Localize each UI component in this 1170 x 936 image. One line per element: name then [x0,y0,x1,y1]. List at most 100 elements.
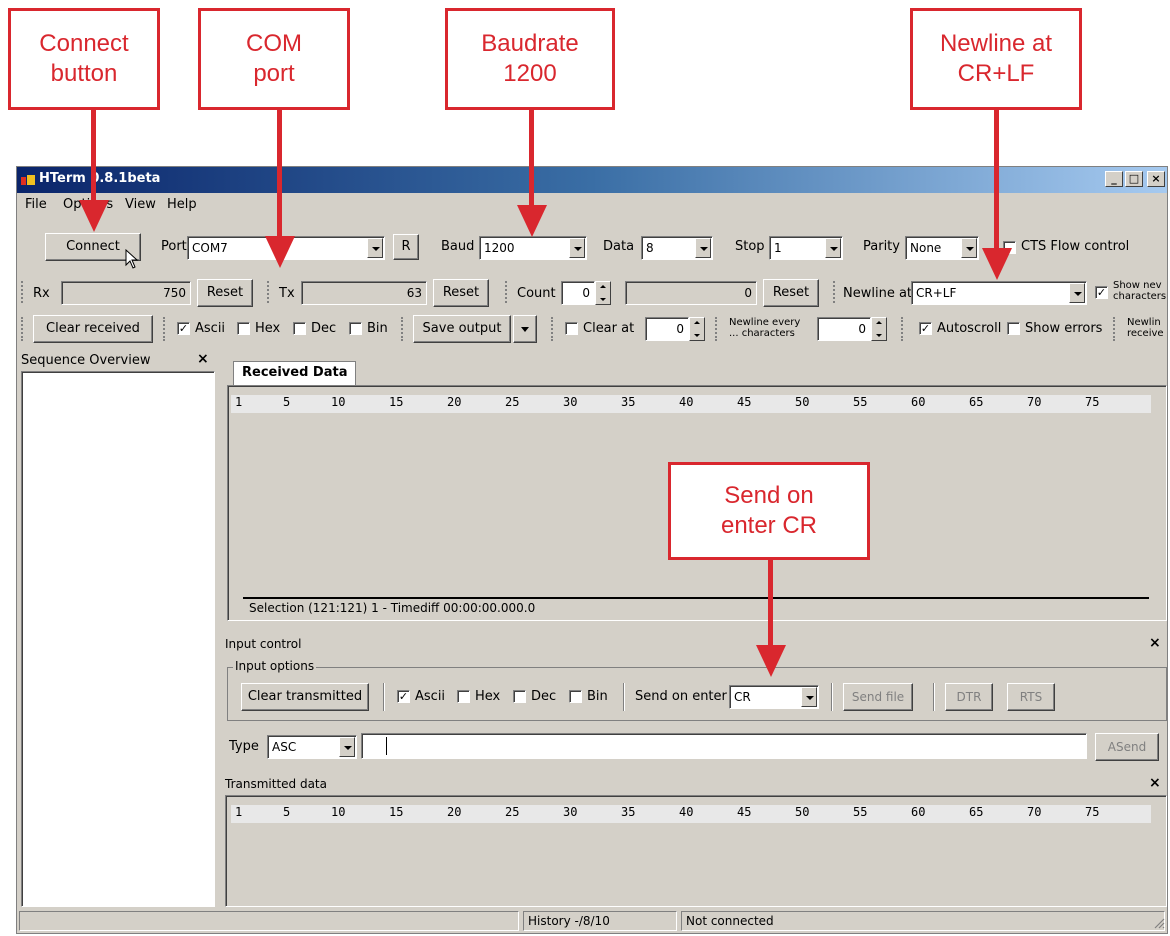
stop-bits-select[interactable]: 1 [769,236,843,260]
toolbar-grip[interactable] [715,317,720,341]
send-on-enter-select[interactable]: CR [729,685,819,709]
newline-receive-label-2: receive [1127,328,1164,339]
count-spinner[interactable] [595,281,611,305]
separator [933,683,935,711]
autoscroll-checkbox[interactable]: ✓ [919,322,932,335]
asend-button[interactable]: ASend [1095,733,1159,761]
callout-baud: Baudrate 1200 [445,8,615,110]
resize-grip-icon[interactable] [1153,917,1165,929]
newline-every-input[interactable]: 0 [817,317,871,341]
toolbar-grip[interactable] [163,317,168,341]
toolbar-grip[interactable] [401,317,406,341]
rx-ascii-checkbox[interactable]: ✓ [177,322,190,335]
arrow-com-line [277,110,282,240]
close-window-button[interactable]: × [1147,171,1165,187]
data-bits-select[interactable]: 8 [641,236,713,260]
newline-at-select[interactable]: CR+LF [911,281,1087,305]
toolbar-grip[interactable] [833,281,838,303]
send-file-button[interactable]: Send file [843,683,913,711]
rx-hex-label: Hex [255,321,281,336]
arrow-connect-head [79,200,109,232]
tab-received-data[interactable]: Received Data [233,361,357,385]
newline-at-label: Newline at [843,286,913,301]
tx-ascii-checkbox[interactable]: ✓ [397,690,410,703]
count-label: Count [517,286,556,301]
callout-com: COM port [198,8,350,110]
text-caret [386,737,387,755]
menu-file[interactable]: File [25,197,47,212]
arrow-newline-line [994,110,999,250]
stop-label: Stop [735,239,765,254]
rx-reset-button[interactable]: Reset [197,279,253,307]
toolbar-grip[interactable] [267,281,272,303]
clear-transmitted-button[interactable]: Clear transmitted [241,683,369,711]
show-errors-checkbox[interactable] [1007,322,1020,335]
send-input[interactable] [361,733,1087,759]
callout-newline: Newline at CR+LF [910,8,1082,110]
toolbar-grip[interactable] [901,317,906,341]
minimize-button[interactable]: _ [1105,171,1123,187]
rx-ascii-label: Ascii [195,321,226,336]
clear-at-spinner[interactable] [689,317,705,341]
sequence-overview-panel [21,371,215,907]
type-select[interactable]: ASC [267,735,357,759]
rx-bin-label: Bin [367,321,388,336]
menu-view[interactable]: View [125,197,156,212]
tx-dec-checkbox[interactable] [513,690,526,703]
separator [383,683,385,711]
sequence-close-icon[interactable]: × [197,351,209,367]
received-divider [243,597,1149,599]
save-output-dropdown[interactable] [513,315,537,343]
count-reset-button[interactable]: Reset [763,279,819,307]
menu-help[interactable]: Help [167,197,197,212]
toolbar-grip[interactable] [551,317,556,341]
transmitted-close-icon[interactable]: × [1149,775,1161,791]
send-on-enter-label: Send on enter [635,689,727,704]
type-label: Type [229,739,259,754]
rx-hex-checkbox[interactable] [237,322,250,335]
callout-send-on-enter: Send on enter CR [668,462,870,560]
arrow-connect-line [91,110,96,208]
count-total: 0 [625,281,757,305]
tx-bin-checkbox[interactable] [569,690,582,703]
arrow-send-head [756,645,786,677]
tx-hex-checkbox[interactable] [457,690,470,703]
clear-at-input[interactable]: 0 [645,317,689,341]
tx-dec-label: Dec [531,689,557,704]
baud-label: Baud [441,239,475,254]
count-input[interactable]: 0 [561,281,595,305]
toolbar-grip[interactable] [21,281,26,303]
rx-bin-checkbox[interactable] [349,322,362,335]
show-newline-label-1: Show nev [1113,280,1162,291]
rts-button[interactable]: RTS [1007,683,1055,711]
clear-at-checkbox[interactable] [565,322,578,335]
rx-dec-checkbox[interactable] [293,322,306,335]
chevron-down-icon [801,687,817,707]
data-label: Data [603,239,635,254]
transmitted-data-title: Transmitted data [225,777,327,791]
newline-every-spinner[interactable] [871,317,887,341]
baud-select[interactable]: 1200 [479,236,587,260]
tx-reset-button[interactable]: Reset [433,279,489,307]
transmitted-ruler: 1 5 10 15 20 25 30 35 40 45 50 55 60 65 70 75 [231,805,1151,823]
autoscroll-label: Autoscroll [937,321,1002,336]
show-newline-checkbox[interactable]: ✓ [1095,286,1108,299]
parity-select[interactable]: None [905,236,979,260]
chevron-down-icon [961,238,977,258]
save-output-button[interactable]: Save output [413,315,511,343]
maximize-button[interactable]: □ [1125,171,1143,187]
toolbar-grip[interactable] [21,317,26,341]
tx-ascii-label: Ascii [415,689,446,704]
rx-label: Rx [33,286,50,301]
status-history: History -/8/10 [523,911,677,931]
refresh-ports-button[interactable]: R [393,234,419,260]
arrow-baud-head [517,205,547,237]
clear-received-button[interactable]: Clear received [33,315,153,343]
chevron-down-icon [825,238,841,258]
selection-status: Selection (121:121) 1 - Timediff 00:00:0… [249,601,536,615]
toolbar-grip[interactable] [505,281,510,303]
dtr-button[interactable]: DTR [945,683,993,711]
separator [831,683,833,711]
input-control-close-icon[interactable]: × [1149,635,1161,651]
toolbar-grip[interactable] [1113,317,1118,341]
